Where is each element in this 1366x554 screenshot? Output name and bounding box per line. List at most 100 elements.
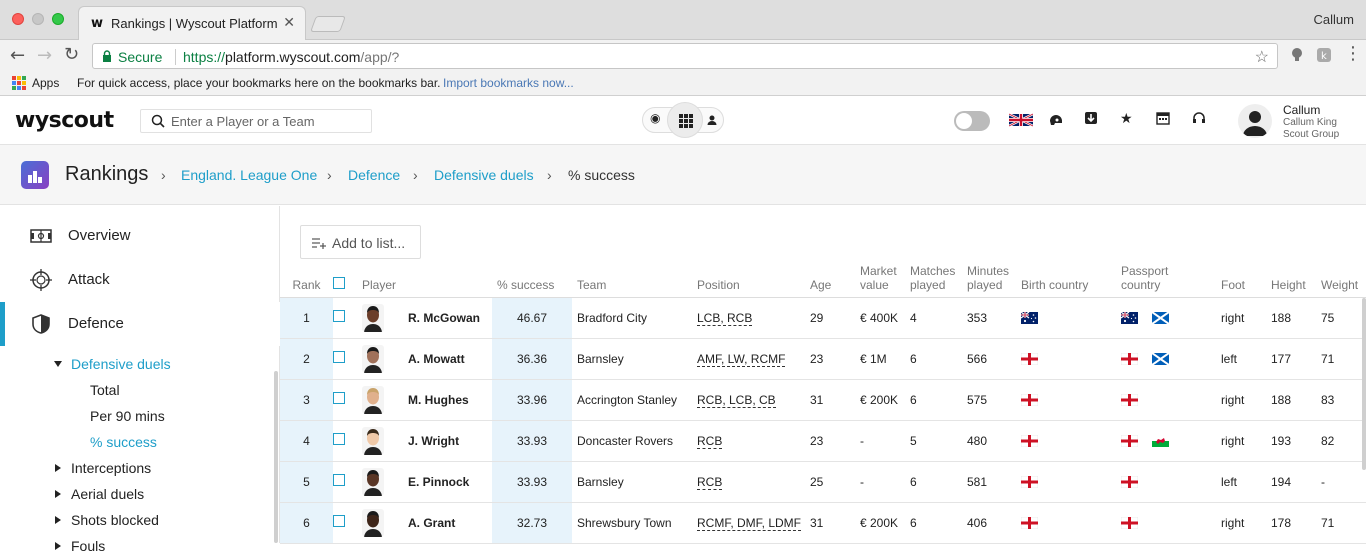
table-row[interactable]: 3 M. Hughes 33.96 Accrington Stanley RCB… [280, 379, 1366, 421]
forward-arrow-icon[interactable]: → [37, 45, 52, 66]
player-photo[interactable] [362, 426, 384, 455]
search-input[interactable] [171, 113, 366, 130]
row-checkbox[interactable] [333, 474, 345, 486]
sidebar-item-defence[interactable]: Defence [0, 302, 280, 346]
table-scrollbar[interactable] [1362, 298, 1366, 470]
new-tab-button[interactable] [310, 16, 346, 32]
caret-right-icon[interactable] [55, 516, 61, 524]
globe-icon[interactable]: ◉ [650, 111, 660, 125]
player-name[interactable]: A. Grant [408, 502, 492, 544]
player-name[interactable]: M. Hughes [408, 379, 492, 421]
url-field[interactable]: Secure https://platform.wyscout.com/app/… [92, 43, 1278, 69]
sidebar-group-interceptions[interactable]: Interceptions [71, 460, 151, 476]
chrome-menu-icon[interactable]: ⋮ [1344, 43, 1362, 64]
player-photo[interactable] [362, 508, 384, 537]
bookmark-star-icon[interactable]: ☆ [1255, 47, 1269, 67]
player-photo[interactable] [362, 303, 384, 332]
sidebar-sub-success[interactable]: % success [90, 434, 157, 450]
position-value[interactable]: RCMF, DMF, LDMF [697, 515, 801, 531]
sidebar-item-attack[interactable]: Attack [0, 258, 280, 302]
caret-down-icon[interactable] [54, 361, 62, 367]
sidebar-group-defensive-duels[interactable]: Defensive duels [71, 356, 171, 372]
reload-icon[interactable]: ↻ [64, 44, 79, 65]
col-rank[interactable]: Rank [280, 262, 333, 298]
col-player[interactable]: Player [362, 262, 492, 298]
apps-link[interactable]: Apps [32, 76, 59, 90]
col-minutes[interactable]: Minutes played [967, 262, 1021, 298]
player-photo[interactable] [362, 344, 384, 373]
browser-tab[interactable]: w Rankings | Wyscout Platform ✕ [78, 6, 306, 40]
sidebar-group-shots-blocked[interactable]: Shots blocked [71, 512, 159, 528]
close-window-button[interactable] [12, 13, 24, 25]
sidebar-group-fouls[interactable]: Fouls [71, 538, 105, 554]
player-name[interactable]: J. Wright [408, 420, 492, 462]
sidebar-item-overview[interactable]: Overview [0, 214, 280, 258]
player-name[interactable]: A. Mowatt [408, 338, 492, 380]
breadcrumb-defensive-duels[interactable]: Defensive duels [434, 167, 534, 183]
avatar[interactable] [1238, 104, 1272, 138]
team-cell[interactable]: Shrewsbury Town [572, 502, 692, 544]
col-matches[interactable]: Matches played [910, 262, 967, 298]
position-value[interactable]: RCB, LCB, CB [697, 392, 776, 408]
theme-toggle[interactable] [954, 111, 990, 131]
team-cell[interactable]: Barnsley [572, 338, 692, 380]
col-age[interactable]: Age [810, 262, 860, 298]
apps-menu-button[interactable] [667, 102, 703, 138]
table-row[interactable]: 1 R. McGowan 46.67 Bradford City LCB, RC… [280, 297, 1366, 339]
team-cell[interactable]: Barnsley [572, 461, 692, 503]
position-value[interactable]: RCB [697, 433, 723, 449]
user-name[interactable]: Callum [1283, 103, 1320, 117]
close-tab-icon[interactable]: ✕ [283, 14, 295, 31]
row-checkbox[interactable] [333, 433, 345, 445]
apps-grid-icon[interactable] [12, 76, 26, 90]
position-value[interactable]: AMF, LW, RCMF [697, 351, 786, 367]
sidebar-sub-total[interactable]: Total [90, 382, 120, 398]
team-cell[interactable]: Accrington Stanley [572, 379, 692, 421]
lightbulb-extension-icon[interactable] [1289, 47, 1305, 63]
position-value[interactable]: RCB [697, 474, 723, 490]
table-row[interactable]: 6 A. Grant 32.73 Shrewsbury Town RCMF, D… [280, 502, 1366, 544]
helmet-icon[interactable] [1048, 111, 1064, 127]
back-arrow-icon[interactable]: ← [10, 45, 25, 66]
wyscout-logo[interactable]: wyscout [15, 108, 114, 133]
caret-right-icon[interactable] [55, 542, 61, 550]
sidebar-sub-per90[interactable]: Per 90 mins [90, 408, 165, 424]
col-market-value[interactable]: Market value [860, 262, 910, 298]
team-cell[interactable]: Doncaster Rovers [572, 420, 692, 462]
breadcrumb-defence[interactable]: Defence [348, 167, 400, 183]
download-icon[interactable] [1084, 111, 1098, 125]
calendar-icon[interactable] [1156, 111, 1170, 125]
col-foot[interactable]: Foot [1221, 262, 1271, 298]
caret-right-icon[interactable] [55, 464, 61, 472]
team-cell[interactable]: Bradford City [572, 297, 692, 339]
browser-profile-name[interactable]: Callum [1314, 12, 1354, 27]
row-checkbox[interactable] [333, 351, 345, 363]
caret-right-icon[interactable] [55, 490, 61, 498]
headset-icon[interactable] [1192, 111, 1206, 125]
minimize-window-button[interactable] [32, 13, 44, 25]
player-name[interactable]: R. McGowan [408, 297, 492, 339]
col-success[interactable]: % success [492, 262, 572, 298]
sidebar-group-aerial-duels[interactable]: Aerial duels [71, 486, 144, 502]
col-position[interactable]: Position [692, 262, 810, 298]
player-name[interactable]: E. Pinnock [408, 461, 492, 503]
search-box[interactable] [140, 109, 372, 133]
row-checkbox[interactable] [333, 515, 345, 527]
col-weight[interactable]: Weight [1321, 262, 1366, 298]
import-bookmarks-link[interactable]: Import bookmarks now... [443, 76, 574, 90]
sidebar-scrollbar[interactable] [274, 371, 278, 543]
extension-icon[interactable]: k [1316, 47, 1332, 63]
row-checkbox[interactable] [333, 310, 345, 322]
col-team[interactable]: Team [572, 262, 692, 298]
col-select-all[interactable] [333, 262, 362, 298]
add-to-list-button[interactable]: Add to list... [300, 225, 421, 259]
table-row[interactable]: 2 A. Mowatt 36.36 Barnsley AMF, LW, RCMF… [280, 338, 1366, 380]
col-passport-country[interactable]: Passport country [1121, 262, 1221, 298]
select-all-checkbox[interactable] [333, 276, 345, 289]
player-photo[interactable] [362, 385, 384, 414]
favorites-star-icon[interactable]: ★ [1120, 110, 1133, 127]
col-birth-country[interactable]: Birth country [1021, 262, 1121, 298]
col-height[interactable]: Height [1271, 262, 1321, 298]
person-icon[interactable] [706, 114, 718, 126]
position-value[interactable]: LCB, RCB [697, 310, 753, 326]
